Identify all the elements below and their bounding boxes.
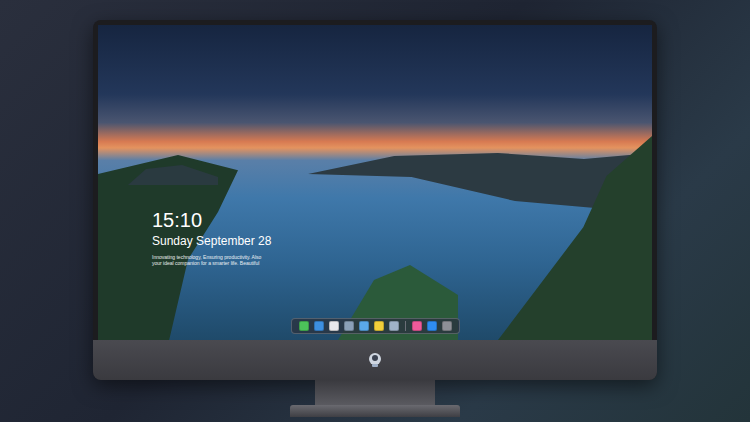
app-icon[interactable] [314,321,324,331]
date: Sunday September 28 [152,234,271,249]
monitor-frame: 15:10 Sunday September 28 Innovating tec… [93,20,657,380]
app-icon[interactable] [412,321,422,331]
brand-logo-icon [368,352,382,368]
app-icon[interactable] [374,321,384,331]
lock-info: 15:10 Sunday September 28 Innovating tec… [152,208,271,266]
app-icon[interactable] [427,321,437,331]
clock: 15:10 [152,208,271,232]
dock-row [98,318,652,334]
dock [291,318,460,334]
app-icon[interactable] [299,321,309,331]
app-icon[interactable] [389,321,399,331]
monitor-base [290,405,460,417]
monitor-neck [315,380,435,405]
monitor-chin [93,340,657,380]
lock-screen: 15:10 Sunday September 28 Innovating tec… [98,25,652,340]
lock-message: Innovating technology, Ensuring producti… [152,254,262,266]
monitor: 15:10 Sunday September 28 Innovating tec… [0,0,750,417]
app-icon[interactable] [359,321,369,331]
app-icon[interactable] [442,321,452,331]
app-icon[interactable] [344,321,354,331]
app-icon[interactable] [329,321,339,331]
dock-divider [405,321,406,331]
